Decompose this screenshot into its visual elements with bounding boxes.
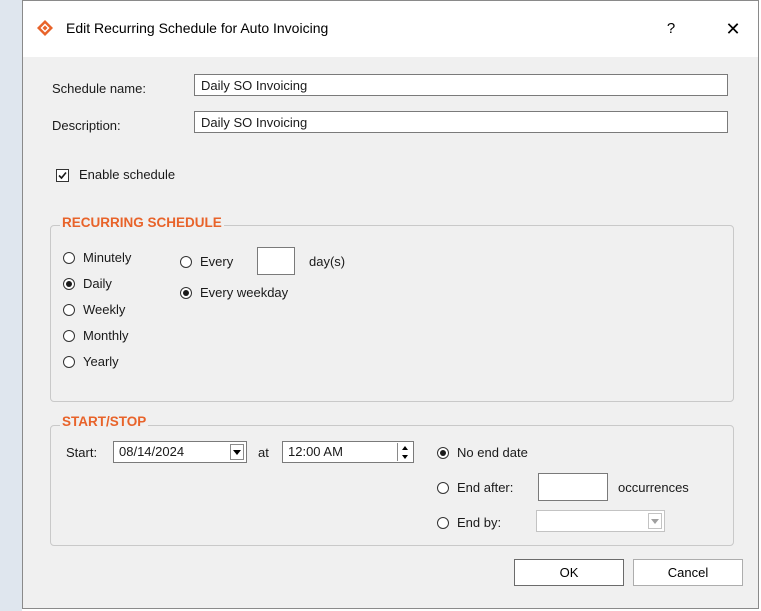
title-bar: Edit Recurring Schedule for Auto Invoici… [23,1,758,57]
recurring-schedule-title: RECURRING SCHEDULE [60,215,224,230]
app-diamond-icon [36,19,54,37]
close-icon: ✕ [725,19,741,39]
radio-minutely[interactable]: Minutely [63,250,131,265]
radio-no-end-date[interactable]: No end date [437,445,528,460]
radio-label: End after: [457,480,514,495]
radio-label: Yearly [83,354,119,369]
spin-down-icon[interactable] [398,452,411,461]
dialog-title: Edit Recurring Schedule for Auto Invoici… [66,20,329,36]
occurrences-label: occurrences [618,480,689,495]
start-time-value: 12:00 AM [288,444,343,459]
spin-up-icon[interactable] [398,443,411,452]
description-label: Description: [52,118,121,133]
radio-button-icon [437,516,449,529]
radio-label: Every [200,254,234,269]
background-window [0,0,22,611]
end-by-date-picker[interactable] [536,510,665,532]
radio-label: End by: [457,515,502,530]
start-label: Start: [66,445,98,460]
days-suffix-label: day(s) [309,254,346,269]
radio-monthly[interactable]: Monthly [63,328,129,343]
dropdown-arrow-icon[interactable] [230,444,244,460]
radio-label: Every weekday [200,285,289,300]
radio-end-by[interactable]: End by: [437,515,501,530]
radio-weekly[interactable]: Weekly [63,302,125,317]
close-button[interactable]: ✕ [713,13,753,45]
radio-every-weekday[interactable]: Every weekday [180,285,288,300]
radio-label: Monthly [83,328,129,343]
enable-schedule-checkbox[interactable] [56,169,69,182]
radio-button-selected-icon [180,286,192,299]
every-days-input[interactable] [257,247,295,275]
start-stop-title: START/STOP [60,414,149,429]
dropdown-arrow-icon[interactable] [648,513,662,529]
radio-button-icon [63,329,75,342]
edit-recurring-schedule-dialog: Edit Recurring Schedule for Auto Invoici… [22,0,759,609]
schedule-name-label: Schedule name: [52,81,146,96]
cancel-button[interactable]: Cancel [633,559,743,586]
start-time-spinner[interactable]: 12:00 AM [282,441,414,463]
radio-button-icon [63,355,75,368]
radio-label: Weekly [83,302,126,317]
radio-button-selected-icon [437,446,449,459]
radio-button-icon [180,255,192,268]
enable-schedule-label: Enable schedule [79,167,176,182]
start-date-value: 08/14/2024 [119,444,185,459]
checkmark-icon [58,171,67,180]
radio-yearly[interactable]: Yearly [63,354,119,369]
radio-end-after[interactable]: End after: [437,480,513,495]
end-after-occurrences-input[interactable] [538,473,608,501]
radio-daily[interactable]: Daily [63,276,112,291]
radio-label: No end date [457,445,528,460]
radio-button-icon [437,481,449,494]
start-date-picker[interactable]: 08/14/2024 [113,441,247,463]
help-button[interactable]: ? [653,13,689,45]
description-input[interactable] [194,111,728,133]
schedule-name-input[interactable] [194,74,728,96]
recurring-schedule-group [50,225,734,402]
at-label: at [258,445,269,460]
radio-button-icon [63,251,75,264]
radio-label: Daily [83,276,112,291]
radio-button-selected-icon [63,277,75,290]
radio-button-icon [63,303,75,316]
ok-button[interactable]: OK [514,559,624,586]
radio-label: Minutely [83,250,132,265]
radio-every-n-days[interactable]: Every [180,254,233,269]
time-spin-buttons[interactable] [397,443,411,461]
